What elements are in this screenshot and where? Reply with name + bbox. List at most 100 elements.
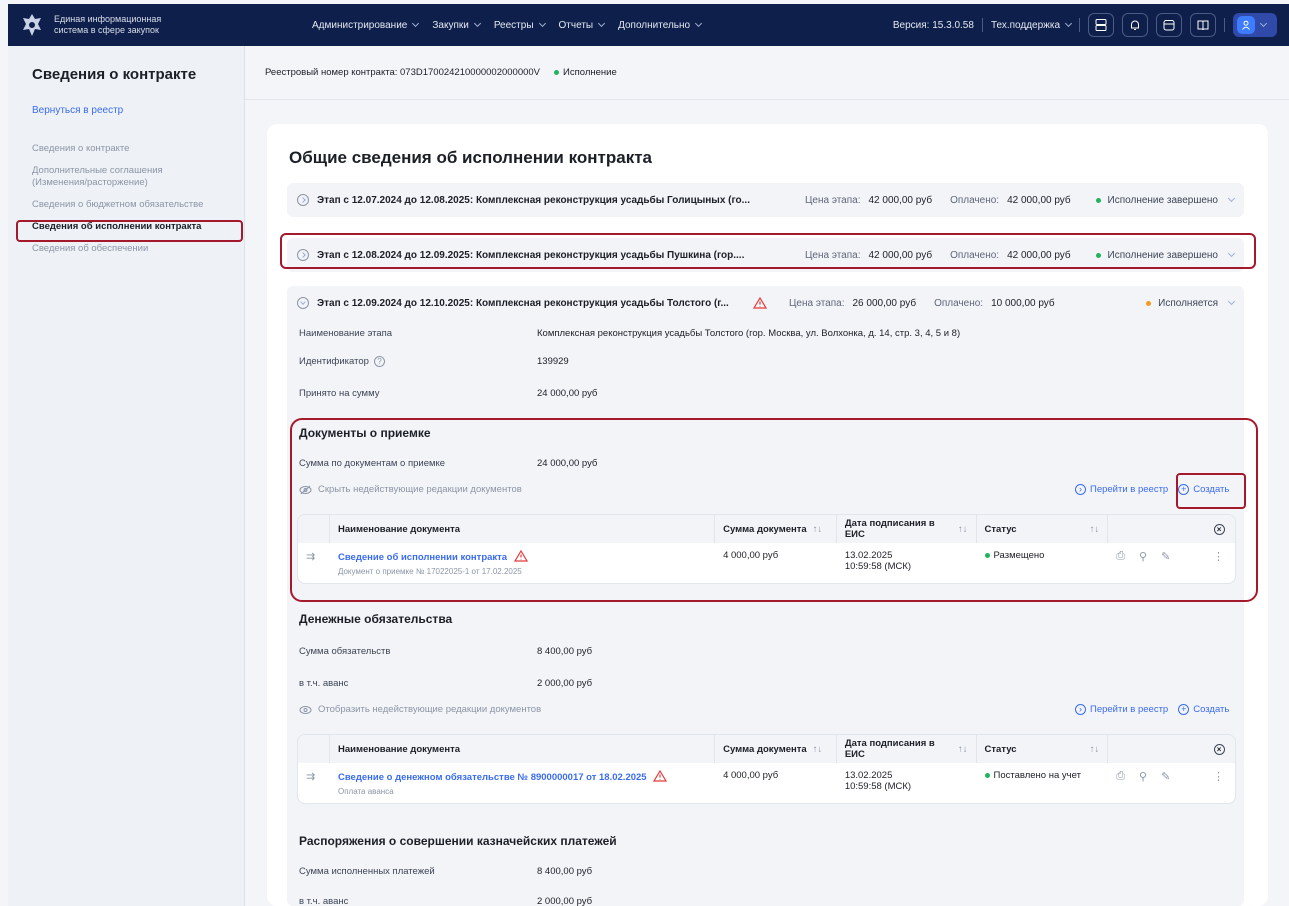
highlight-frame	[290, 418, 1258, 602]
nav-reports[interactable]: Отчеты	[559, 19, 606, 31]
obligations-sum-label: Сумма обязательств	[299, 646, 391, 657]
chevron-down-icon	[1259, 19, 1268, 28]
bell-icon	[1131, 20, 1139, 30]
highlight-frame	[1176, 473, 1246, 509]
stage-name-value: Комплексная реконструкция усадьбы Толсто…	[537, 328, 961, 339]
obligation-doc-link[interactable]: Сведение о денежном обязательстве № 8900…	[338, 772, 647, 783]
user-avatar-icon	[1237, 16, 1255, 34]
status-dot-icon	[1095, 197, 1101, 203]
highlight-frame	[16, 220, 243, 242]
doc-sum: 4 000,00 руб	[723, 770, 779, 781]
sort-icon[interactable]: ↑↓	[958, 744, 968, 755]
version-label: Версия: 15.3.0.58	[892, 19, 974, 31]
contract-info-strip: Реестровый номер контракта: 073D17002421…	[245, 46, 1289, 100]
contract-status-badge: Исполнение	[554, 67, 617, 78]
stage-name-label: Наименование этапа	[299, 328, 393, 339]
sort-icon[interactable]: ↑↓	[1090, 744, 1100, 755]
signature-icon[interactable]: ✎	[1161, 770, 1170, 796]
stage-row-1[interactable]: Этап с 12.07.2024 до 12.08.2025: Комплек…	[287, 183, 1244, 217]
sidebar: Сведения о контракте Вернуться в реестр …	[8, 46, 245, 906]
status-dot-icon	[1146, 300, 1152, 306]
payments-sum-value: 8 400,00 руб	[537, 866, 593, 877]
payments-advance-label: в т.ч. аванс	[299, 896, 349, 906]
logo-line-1: Единая информационная	[54, 14, 162, 24]
doc-status: Поставлено на учет	[977, 763, 1109, 803]
table-header: Наименование документа Сумма документа ↑↓…	[298, 735, 1235, 763]
accepted-sum-value: 24 000,00 руб	[537, 388, 598, 399]
sidebar-title: Сведения о контракте	[32, 66, 197, 83]
page-title: Общие сведения об исполнении контракта	[289, 148, 652, 167]
nav-additional[interactable]: Дополнительно	[618, 19, 703, 31]
layout-icon	[1095, 19, 1107, 31]
stage-row-3[interactable]: Этап с 12.09.2024 до 12.10.2025: Комплек…	[287, 286, 1244, 320]
identifier-value: 139929	[537, 356, 569, 367]
plus-circle-icon: +	[1178, 704, 1190, 715]
money-obligations-table: Наименование документа Сумма документа ↑↓…	[297, 734, 1236, 804]
doc-date: 13.02.2025	[844, 770, 893, 781]
nav-registries[interactable]: Реестры	[494, 19, 546, 31]
chevron-down-icon	[1227, 194, 1236, 203]
notifications-button[interactable]	[1122, 13, 1148, 37]
user-menu[interactable]	[1233, 13, 1277, 37]
doc-subtitle: Оплата аванса	[337, 787, 394, 796]
advance-label: в т.ч. аванс	[299, 678, 349, 689]
status-dot-icon	[984, 772, 990, 778]
status-dot-icon	[554, 69, 560, 75]
expand-circle-icon[interactable]	[297, 194, 309, 206]
layout-button[interactable]	[1088, 13, 1114, 37]
tree-structure-icon[interactable]: ⇉	[306, 771, 315, 783]
accepted-sum-label: Принято на сумму	[299, 388, 380, 399]
stage-status: Исполняется	[1146, 297, 1236, 309]
sidebar-item-contract-info[interactable]: Сведения о контракте	[8, 138, 244, 160]
goto-registry-link[interactable]: › Перейти в реестр	[1075, 704, 1168, 715]
create-obligation-button[interactable]: + Создать	[1178, 704, 1229, 715]
collapse-circle-icon[interactable]	[297, 297, 309, 309]
print-icon[interactable]: ⎙	[1116, 770, 1125, 796]
more-vertical-icon[interactable]: ⋮	[1213, 771, 1224, 783]
table-row[interactable]: ⇉ Сведение о денежном обязательстве № 89…	[298, 763, 1235, 803]
top-header: Единая информационная система в сфере за…	[8, 4, 1289, 46]
emblem-icon	[23, 14, 41, 36]
warning-icon	[753, 297, 767, 309]
sidebar-item-budget-obligation[interactable]: Сведения о бюджетном обязательстве	[8, 194, 244, 216]
show-inactive-toggle[interactable]: Отобразить недействующие редакции докуме…	[299, 704, 541, 715]
sidebar-item-supplementary-agreements[interactable]: Дополнительные соглашения (Изменения/рас…	[8, 160, 244, 189]
support-menu[interactable]: Тех.поддержка	[991, 19, 1073, 31]
payments-advance-value: 2 000,00 руб	[537, 896, 593, 906]
money-obligations-title: Денежные обязательства	[299, 612, 453, 626]
obligations-sum-value: 8 400,00 руб	[537, 646, 593, 657]
sort-icon[interactable]: ↑↓	[813, 744, 823, 755]
eye-icon	[299, 705, 312, 714]
main-nav: Администрирование Закупки Реестры Отчеты…	[312, 19, 703, 31]
highlight-frame	[280, 233, 1256, 269]
logo-line-2: система в сфере закупок	[54, 25, 159, 35]
nav-admin[interactable]: Администрирование	[312, 19, 420, 31]
help-icon[interactable]: ?	[373, 356, 385, 367]
chevron-down-icon	[538, 19, 546, 28]
main-card: Общие сведения об исполнении контракта Э…	[267, 124, 1268, 906]
chevron-down-icon	[412, 19, 420, 28]
arrow-circle-icon: ›	[1075, 704, 1086, 715]
back-to-registry-link[interactable]: Вернуться в реестр	[32, 105, 244, 116]
doc-time: 10:59:58 (МСК)	[844, 781, 912, 792]
chevron-down-icon	[695, 19, 703, 28]
warning-icon	[653, 770, 668, 782]
advance-value: 2 000,00 руб	[537, 678, 593, 689]
help-book-button[interactable]	[1190, 13, 1216, 37]
treasury-payments-title: Распоряжения о совершении казначейских п…	[299, 834, 617, 848]
chevron-down-icon	[1064, 19, 1073, 28]
eis-logo[interactable]: Единая информационная система в сфере за…	[22, 13, 282, 37]
search-doc-icon[interactable]: ⚲	[1139, 770, 1147, 796]
chevron-down-icon	[1227, 297, 1236, 306]
nav-purchases[interactable]: Закупки	[432, 19, 481, 31]
payments-sum-label: Сумма исполненных платежей	[299, 866, 435, 877]
identifier-label: Идентификатор	[299, 356, 369, 367]
calendar-icon	[1163, 20, 1175, 31]
contract-reg-number: Реестровый номер контракта: 073D17002421…	[265, 67, 541, 78]
calendar-button[interactable]	[1156, 13, 1182, 37]
chevron-down-icon	[598, 19, 606, 28]
book-icon	[1197, 20, 1209, 31]
stage-status: Исполнение завершено	[1095, 194, 1236, 206]
chevron-down-icon	[473, 19, 481, 28]
close-circle-icon[interactable]: ×	[1213, 743, 1225, 755]
